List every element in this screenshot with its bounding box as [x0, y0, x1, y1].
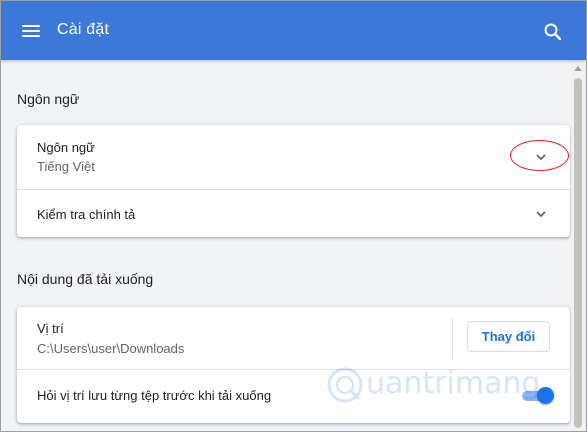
vertical-scrollbar[interactable] — [571, 60, 586, 431]
change-location-button[interactable]: Thay đổi — [467, 321, 550, 352]
download-location-row: Vị trí C:\Users\user\Downloads Thay đổi — [17, 307, 570, 369]
page-title: Cài đặt — [57, 21, 110, 38]
ask-location-row[interactable]: Hỏi vị trí lưu từng tệp trước khi tải xu… — [17, 369, 570, 424]
settings-window: Cài đặt Ngôn ngữ Ngôn ngữ Tiếng Việt Kiể… — [0, 0, 587, 432]
scroll-thumb[interactable] — [574, 78, 582, 428]
downloads-card: Vị trí C:\Users\user\Downloads Thay đổi … — [17, 307, 570, 423]
ask-location-label: Hỏi vị trí lưu từng tệp trước khi tải xu… — [37, 388, 272, 403]
chevron-down-icon[interactable] — [534, 207, 548, 221]
chevron-down-icon[interactable] — [534, 150, 548, 164]
languages-section-heading: Ngôn ngữ — [17, 91, 80, 107]
language-row-label: Ngôn ngữ — [37, 140, 95, 155]
toggle-knob — [537, 387, 554, 404]
scroll-up-arrow-icon[interactable] — [574, 66, 582, 71]
top-app-bar: Cài đặt — [1, 1, 586, 60]
location-path: C:\Users\user\Downloads — [37, 341, 185, 356]
ask-location-toggle[interactable] — [522, 387, 554, 404]
hamburger-menu-icon[interactable] — [19, 19, 43, 43]
languages-card: Ngôn ngữ Tiếng Việt Kiểm tra chính tả — [17, 125, 570, 237]
search-icon[interactable] — [542, 21, 564, 43]
spellcheck-row[interactable]: Kiểm tra chính tả — [17, 189, 570, 238]
language-row-value: Tiếng Việt — [37, 159, 95, 174]
spellcheck-row-label: Kiểm tra chính tả — [37, 207, 136, 222]
downloads-section-heading: Nội dung đã tải xuống — [17, 271, 154, 287]
language-row[interactable]: Ngôn ngữ Tiếng Việt — [17, 125, 570, 189]
vertical-divider — [452, 318, 453, 358]
location-label: Vị trí — [37, 321, 64, 336]
